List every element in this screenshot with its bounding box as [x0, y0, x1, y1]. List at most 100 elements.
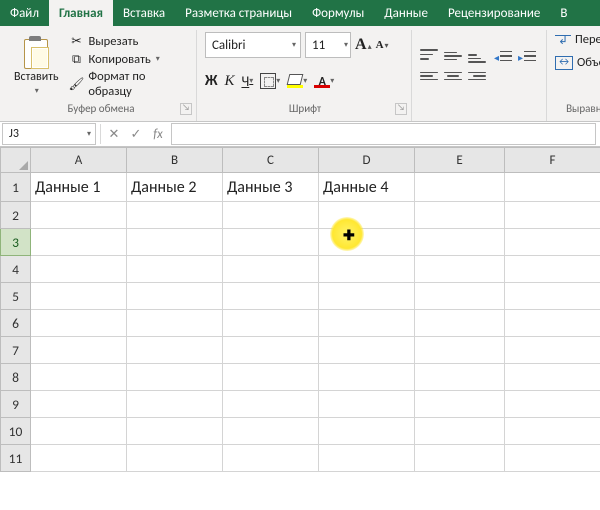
col-header-C[interactable]: C: [223, 148, 319, 173]
cell-B9[interactable]: [127, 391, 223, 418]
row-header-7[interactable]: 7: [1, 337, 31, 364]
cell-F1[interactable]: [505, 173, 600, 202]
select-all-corner[interactable]: [1, 148, 31, 173]
cell-F8[interactable]: [505, 364, 600, 391]
col-header-D[interactable]: D: [319, 148, 415, 173]
cell-E5[interactable]: [415, 283, 505, 310]
cell-D3[interactable]: [319, 229, 415, 256]
row-header-9[interactable]: 9: [1, 391, 31, 418]
row-header-6[interactable]: 6: [1, 310, 31, 337]
cell-F11[interactable]: [505, 445, 600, 472]
row-header-2[interactable]: 2: [1, 202, 31, 229]
tab-page-layout[interactable]: Разметка страницы: [175, 0, 302, 26]
cell-A4[interactable]: [31, 256, 127, 283]
cell-B3[interactable]: [127, 229, 223, 256]
tab-view-partial[interactable]: В: [550, 0, 577, 26]
cell-C1[interactable]: Данные 3: [223, 173, 319, 202]
cell-D8[interactable]: [319, 364, 415, 391]
tab-home[interactable]: Главная: [49, 0, 113, 26]
increase-font-button[interactable]: A▴: [355, 36, 372, 54]
cell-D11[interactable]: [319, 445, 415, 472]
align-top-button[interactable]: [420, 49, 438, 63]
font-size-select[interactable]: 11 ▾: [305, 32, 351, 58]
enter-formula-button[interactable]: ✓: [125, 127, 147, 142]
cell-A3[interactable]: [31, 229, 127, 256]
fill-color-button[interactable]: ▾: [287, 74, 307, 88]
underline-button[interactable]: Ч▾: [241, 73, 253, 90]
cell-F4[interactable]: [505, 256, 600, 283]
font-name-select[interactable]: Calibri ▾: [205, 32, 301, 58]
cell-F3[interactable]: [505, 229, 600, 256]
cell-E7[interactable]: [415, 337, 505, 364]
cell-B5[interactable]: [127, 283, 223, 310]
cell-C3[interactable]: [223, 229, 319, 256]
cell-C8[interactable]: [223, 364, 319, 391]
dialog-launcher-icon[interactable]: ↘: [395, 103, 407, 115]
align-right-button[interactable]: [468, 69, 486, 83]
cell-C10[interactable]: [223, 418, 319, 445]
paste-button[interactable]: Вставить ▾: [12, 32, 61, 100]
cell-F7[interactable]: [505, 337, 600, 364]
cell-B7[interactable]: [127, 337, 223, 364]
cell-D5[interactable]: [319, 283, 415, 310]
cell-A9[interactable]: [31, 391, 127, 418]
cell-F6[interactable]: [505, 310, 600, 337]
cell-C5[interactable]: [223, 283, 319, 310]
row-header-4[interactable]: 4: [1, 256, 31, 283]
tab-insert[interactable]: Вставка: [113, 0, 175, 26]
font-color-button[interactable]: А▾: [314, 74, 334, 88]
tab-data[interactable]: Данные: [374, 0, 438, 26]
cell-A5[interactable]: [31, 283, 127, 310]
cell-A8[interactable]: [31, 364, 127, 391]
tab-review[interactable]: Рецензирование: [438, 0, 550, 26]
cell-A11[interactable]: [31, 445, 127, 472]
align-left-button[interactable]: [420, 69, 438, 83]
col-header-E[interactable]: E: [415, 148, 505, 173]
col-header-A[interactable]: A: [31, 148, 127, 173]
cell-E8[interactable]: [415, 364, 505, 391]
cell-C6[interactable]: [223, 310, 319, 337]
row-header-8[interactable]: 8: [1, 364, 31, 391]
copy-button[interactable]: ⧉ Копировать ▾: [69, 51, 190, 67]
cell-A2[interactable]: [31, 202, 127, 229]
cell-B1[interactable]: Данные 2: [127, 173, 223, 202]
row-header-11[interactable]: 11: [1, 445, 31, 472]
bold-button[interactable]: Ж: [205, 72, 218, 90]
row-header-5[interactable]: 5: [1, 283, 31, 310]
cell-A6[interactable]: [31, 310, 127, 337]
wrap-text-button[interactable]: Перенос: [555, 32, 600, 47]
dialog-launcher-icon[interactable]: ↘: [180, 103, 192, 115]
cell-D2[interactable]: [319, 202, 415, 229]
cell-C7[interactable]: [223, 337, 319, 364]
cell-C9[interactable]: [223, 391, 319, 418]
align-center-button[interactable]: [444, 69, 462, 83]
decrease-indent-button[interactable]: ◂: [494, 49, 512, 63]
cell-D4[interactable]: [319, 256, 415, 283]
cell-F2[interactable]: [505, 202, 600, 229]
cell-D1[interactable]: Данные 4: [319, 173, 415, 202]
row-header-10[interactable]: 10: [1, 418, 31, 445]
row-header-1[interactable]: 1: [1, 173, 31, 202]
cell-E1[interactable]: [415, 173, 505, 202]
cell-C2[interactable]: [223, 202, 319, 229]
cut-button[interactable]: ✂ Вырезать: [69, 33, 190, 49]
italic-button[interactable]: К: [225, 73, 235, 90]
cell-B6[interactable]: [127, 310, 223, 337]
cell-D6[interactable]: [319, 310, 415, 337]
name-box[interactable]: J3 ▾: [2, 123, 96, 145]
cell-E11[interactable]: [415, 445, 505, 472]
col-header-F[interactable]: F: [505, 148, 600, 173]
merge-cells-button[interactable]: Объеди: [555, 55, 600, 70]
format-painter-button[interactable]: 🖌 Формат по образцу: [69, 69, 190, 99]
cell-E10[interactable]: [415, 418, 505, 445]
cell-C4[interactable]: [223, 256, 319, 283]
cell-B11[interactable]: [127, 445, 223, 472]
cell-F5[interactable]: [505, 283, 600, 310]
cell-E6[interactable]: [415, 310, 505, 337]
align-middle-button[interactable]: [444, 49, 462, 63]
tab-file[interactable]: Файл: [0, 0, 49, 26]
cell-F10[interactable]: [505, 418, 600, 445]
cell-E3[interactable]: [415, 229, 505, 256]
insert-function-button[interactable]: fx: [147, 127, 169, 142]
cell-C11[interactable]: [223, 445, 319, 472]
